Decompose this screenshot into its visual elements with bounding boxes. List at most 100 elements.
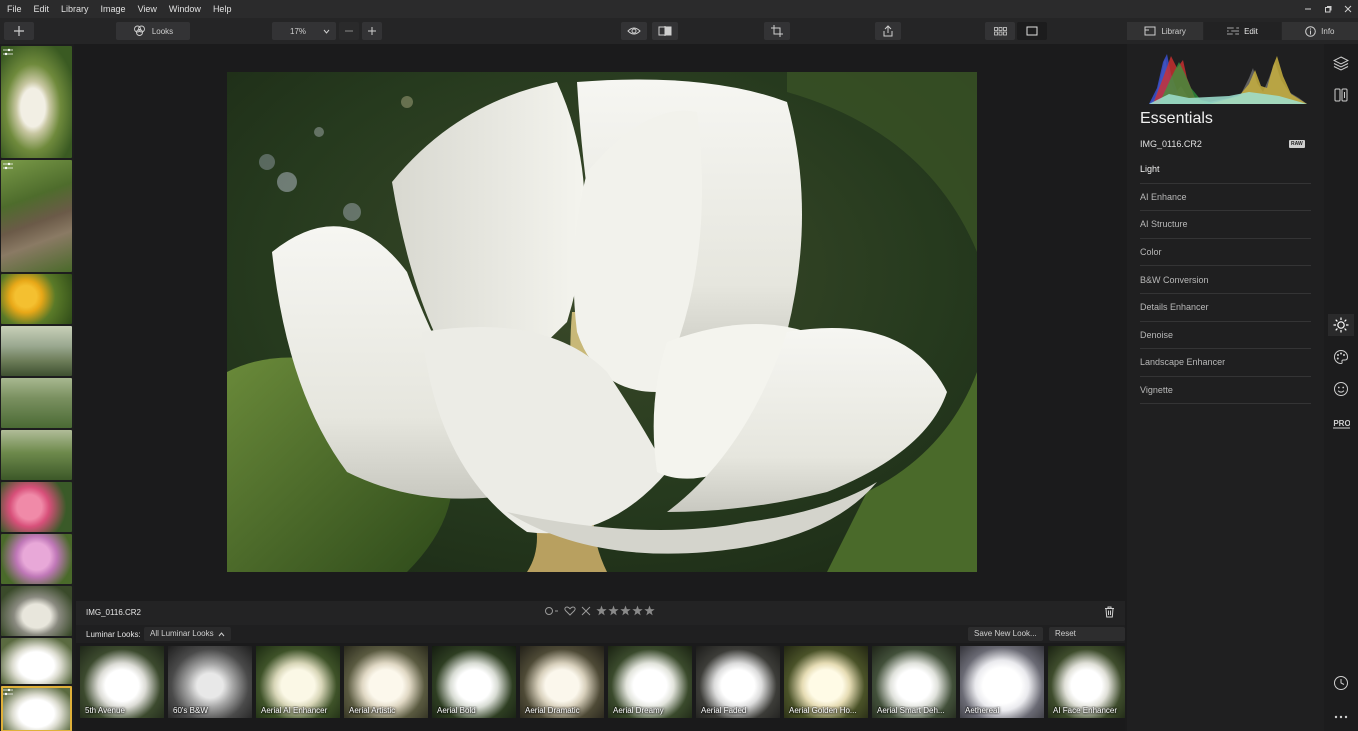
edited-badge-icon [3, 48, 13, 56]
trash-icon[interactable] [1104, 606, 1115, 618]
reset-adjustments-button[interactable]: Reset Adjustments [1049, 627, 1125, 652]
tab-edit-label: Edit [1244, 26, 1258, 36]
filmstrip-thumb[interactable] [1, 326, 72, 376]
menu-edit[interactable]: Edit [28, 0, 56, 18]
tool-denoise[interactable]: Denoise [1140, 322, 1311, 350]
tool-color[interactable]: Color [1140, 239, 1311, 267]
history-button[interactable] [1332, 674, 1350, 692]
color-label-icon[interactable] [544, 606, 560, 616]
star-icon[interactable] [644, 605, 655, 616]
image-canvas[interactable] [76, 44, 1125, 601]
filmstrip-thumb[interactable] [1, 46, 72, 158]
look-thumb[interactable]: Aerial Faded [696, 646, 780, 718]
more-button[interactable] [1332, 708, 1350, 726]
share-button[interactable] [875, 22, 901, 40]
look-thumb[interactable]: Aerial Bold [432, 646, 516, 718]
filmstrip-thumb[interactable] [1, 586, 72, 636]
look-thumb[interactable]: Aerial Dramatic [520, 646, 604, 718]
star-icon[interactable] [596, 605, 607, 616]
look-thumb[interactable]: Aerial Smart Deh... [872, 646, 956, 718]
more-dots-icon [1334, 715, 1348, 719]
tool-ai-structure[interactable]: AI Structure [1140, 211, 1311, 239]
canvas-tools-icon [1334, 88, 1348, 102]
layers-icon [1333, 56, 1349, 71]
main-photo[interactable] [227, 72, 977, 572]
tool-vignette[interactable]: Vignette [1140, 377, 1311, 405]
tab-edit[interactable]: Edit [1204, 22, 1281, 40]
tab-info[interactable]: Info [1281, 22, 1358, 40]
pro-button[interactable]: PRO [1332, 414, 1350, 432]
single-view-button[interactable] [1017, 22, 1047, 40]
menu-bar: File Edit Library Image View Window Help [0, 0, 1358, 18]
looks-category-select[interactable]: All Luminar Looks [144, 627, 231, 641]
filmstrip-thumb[interactable] [1, 274, 72, 324]
look-label: AI Face Enhancer [1053, 706, 1118, 715]
menu-window[interactable]: Window [163, 0, 207, 18]
tool-bw-conversion[interactable]: B&W Conversion [1140, 266, 1311, 294]
star-icon[interactable] [620, 605, 631, 616]
look-label: 60's B&W [173, 706, 208, 715]
zoom-in-button[interactable] [362, 22, 382, 40]
look-thumb[interactable]: Aerial Dreamy [608, 646, 692, 718]
reject-icon[interactable] [580, 606, 592, 616]
star-icon[interactable] [632, 605, 643, 616]
portrait-button[interactable] [1332, 380, 1350, 398]
look-thumb[interactable]: Aerial Golden Ho... [784, 646, 868, 718]
look-thumb[interactable]: AI Face Enhancer [1048, 646, 1125, 718]
restore-icon[interactable] [1324, 5, 1332, 13]
looks-header-bar: Luminar Looks: All Luminar Looks Save Ne… [76, 625, 1125, 652]
star-icon[interactable] [608, 605, 619, 616]
filmstrip-thumb[interactable] [1, 378, 72, 428]
look-thumb[interactable]: Aethereal [960, 646, 1044, 718]
preview-toggle-button[interactable] [621, 22, 647, 40]
share-icon [883, 25, 893, 37]
tool-details-enhancer[interactable]: Details Enhancer [1140, 294, 1311, 322]
add-photos-button[interactable] [4, 22, 34, 40]
canvas-tools-button[interactable] [1332, 86, 1350, 104]
look-label: Aerial Golden Ho... [789, 706, 857, 715]
filmstrip-thumb[interactable] [1, 638, 72, 684]
zoom-out-button[interactable] [339, 22, 359, 40]
filmstrip-thumb[interactable] [1, 534, 72, 584]
edit-panel: Essentials IMG_0116.CR2 RAW Light AI Enh… [1127, 44, 1324, 731]
tool-ai-enhance[interactable]: AI Enhance [1140, 184, 1311, 212]
tab-library[interactable]: Library [1127, 22, 1204, 40]
looks-button[interactable]: Looks [116, 22, 190, 40]
current-filename: IMG_0116.CR2 [86, 608, 141, 617]
filmstrip-thumb[interactable] [1, 430, 72, 480]
menu-view[interactable]: View [132, 0, 163, 18]
menu-file[interactable]: File [0, 0, 28, 18]
menu-image[interactable]: Image [95, 0, 132, 18]
heart-icon[interactable] [564, 606, 576, 616]
window-controls [1304, 0, 1352, 18]
layers-button[interactable] [1332, 54, 1350, 72]
tool-landscape-enhancer[interactable]: Landscape Enhancer [1140, 349, 1311, 377]
compare-button[interactable] [652, 22, 678, 40]
plus-icon [368, 27, 376, 35]
histogram [1149, 54, 1307, 104]
look-label: Aerial AI Enhancer [261, 706, 328, 715]
filmstrip-thumb[interactable] [1, 482, 72, 532]
looks-label: Looks [151, 26, 174, 36]
look-thumb[interactable]: 60's B&W [168, 646, 252, 718]
look-thumb[interactable]: Aerial Artistic [344, 646, 428, 718]
crop-button[interactable] [764, 22, 790, 40]
minimize-icon[interactable] [1304, 5, 1312, 13]
save-new-look-button[interactable]: Save New Look... [968, 627, 1043, 641]
tool-light[interactable]: Light [1140, 156, 1311, 184]
creative-button[interactable] [1332, 348, 1350, 366]
zoom-select[interactable]: 17% [272, 22, 336, 40]
essentials-button[interactable] [1328, 314, 1354, 336]
menu-help[interactable]: Help [207, 0, 238, 18]
menu-library[interactable]: Library [55, 0, 95, 18]
grid-view-button[interactable] [985, 22, 1015, 40]
star-rating[interactable] [596, 605, 655, 616]
look-thumb[interactable]: 5th Avenue [80, 646, 164, 718]
close-icon[interactable] [1344, 5, 1352, 13]
compare-icon [658, 26, 672, 36]
look-thumb[interactable]: Aerial AI Enhancer [256, 646, 340, 718]
look-label: 5th Avenue [85, 706, 125, 715]
filmstrip-thumb-selected[interactable] [1, 686, 72, 731]
palette-icon [1334, 349, 1349, 365]
filmstrip-thumb[interactable] [1, 160, 72, 272]
